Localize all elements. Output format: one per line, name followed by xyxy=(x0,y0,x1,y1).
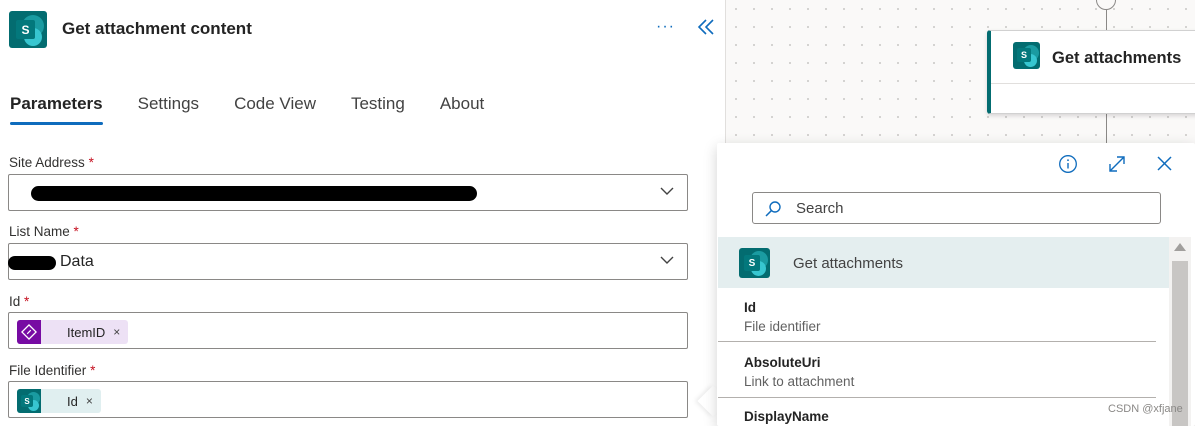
close-icon[interactable] xyxy=(1156,155,1173,172)
tab-code-view[interactable]: Code View xyxy=(234,94,316,125)
token-label: Id xyxy=(67,393,78,409)
item-description: File identifier xyxy=(744,319,821,334)
action-details-panel: S Get attachment content ··· Parameters … xyxy=(0,0,726,426)
token-label: ItemID xyxy=(67,324,106,340)
chevron-down-icon[interactable] xyxy=(660,187,674,196)
sharepoint-icon: S xyxy=(17,389,41,413)
list-name-value: Data xyxy=(60,253,94,270)
list-name-label: List Name * xyxy=(9,224,79,239)
info-icon[interactable] xyxy=(1058,154,1078,174)
expand-icon[interactable] xyxy=(1107,154,1127,174)
id-input[interactable]: ItemID × xyxy=(8,312,688,349)
more-options-icon[interactable]: ··· xyxy=(656,18,675,36)
search-input[interactable] xyxy=(796,193,1136,223)
dynamic-content-item-absoluteuri[interactable]: AbsoluteUri Link to attachment xyxy=(744,355,1156,389)
required-mark: * xyxy=(73,224,79,239)
item-name: AbsoluteUri xyxy=(744,355,821,370)
group-header-get-attachments[interactable]: S Get attachments xyxy=(718,237,1169,288)
item-description: Link to attachment xyxy=(744,374,855,389)
tab-parameters[interactable]: Parameters xyxy=(10,94,103,125)
card-title: Get attachments xyxy=(1052,49,1182,67)
divider xyxy=(718,397,1156,398)
redacted-site-address xyxy=(31,186,477,201)
site-address-label: Site Address * xyxy=(9,155,94,170)
id-token[interactable]: S Id × xyxy=(17,389,101,413)
scroll-thumb[interactable] xyxy=(1172,261,1188,426)
required-mark: * xyxy=(88,155,94,170)
item-name: Id xyxy=(744,300,756,315)
tab-bar: Parameters Settings Code View Testing Ab… xyxy=(10,94,519,125)
collapse-panel-icon[interactable] xyxy=(697,17,715,37)
required-mark: * xyxy=(90,363,96,378)
id-label: Id * xyxy=(9,294,30,309)
scroll-up-arrow-icon[interactable] xyxy=(1174,243,1186,251)
required-mark: * xyxy=(24,294,30,309)
tab-testing[interactable]: Testing xyxy=(351,94,405,125)
remove-token-icon[interactable]: × xyxy=(113,325,128,339)
remove-token-icon[interactable]: × xyxy=(86,394,101,408)
tab-about[interactable]: About xyxy=(440,94,484,125)
get-attachments-action-card[interactable]: S Get attachments xyxy=(987,30,1195,114)
dynamic-content-flyout: S Get attachments Id File identifier Abs… xyxy=(717,143,1195,426)
variable-icon xyxy=(17,320,41,344)
divider xyxy=(718,341,1156,342)
redacted-list-name xyxy=(8,256,56,270)
site-address-dropdown[interactable] xyxy=(8,174,688,211)
file-identifier-input[interactable]: S Id × xyxy=(8,381,688,418)
panel-title: Get attachment content xyxy=(62,19,252,38)
search-box[interactable] xyxy=(752,192,1161,224)
watermark: CSDN @xfjane xyxy=(1108,403,1183,415)
connector-line xyxy=(1106,10,1107,30)
dynamic-content-item-displayname[interactable]: DisplayName xyxy=(744,409,1156,424)
divider xyxy=(991,83,1195,84)
scrollbar[interactable] xyxy=(1169,237,1191,426)
list-name-dropdown[interactable]: Data xyxy=(8,243,688,280)
dynamic-content-item-id[interactable]: Id File identifier xyxy=(744,300,1156,334)
group-label: Get attachments xyxy=(793,255,904,272)
item-name: DisplayName xyxy=(744,409,829,424)
file-identifier-label: File Identifier * xyxy=(9,363,96,378)
sharepoint-icon: S xyxy=(739,248,770,278)
chevron-down-icon[interactable] xyxy=(660,256,674,265)
sharepoint-icon: S xyxy=(1013,42,1040,69)
tab-settings[interactable]: Settings xyxy=(138,94,199,125)
itemid-token[interactable]: ItemID × xyxy=(17,320,129,344)
connector-line xyxy=(1106,114,1107,144)
search-icon xyxy=(765,201,781,217)
sharepoint-icon: S xyxy=(9,11,47,48)
